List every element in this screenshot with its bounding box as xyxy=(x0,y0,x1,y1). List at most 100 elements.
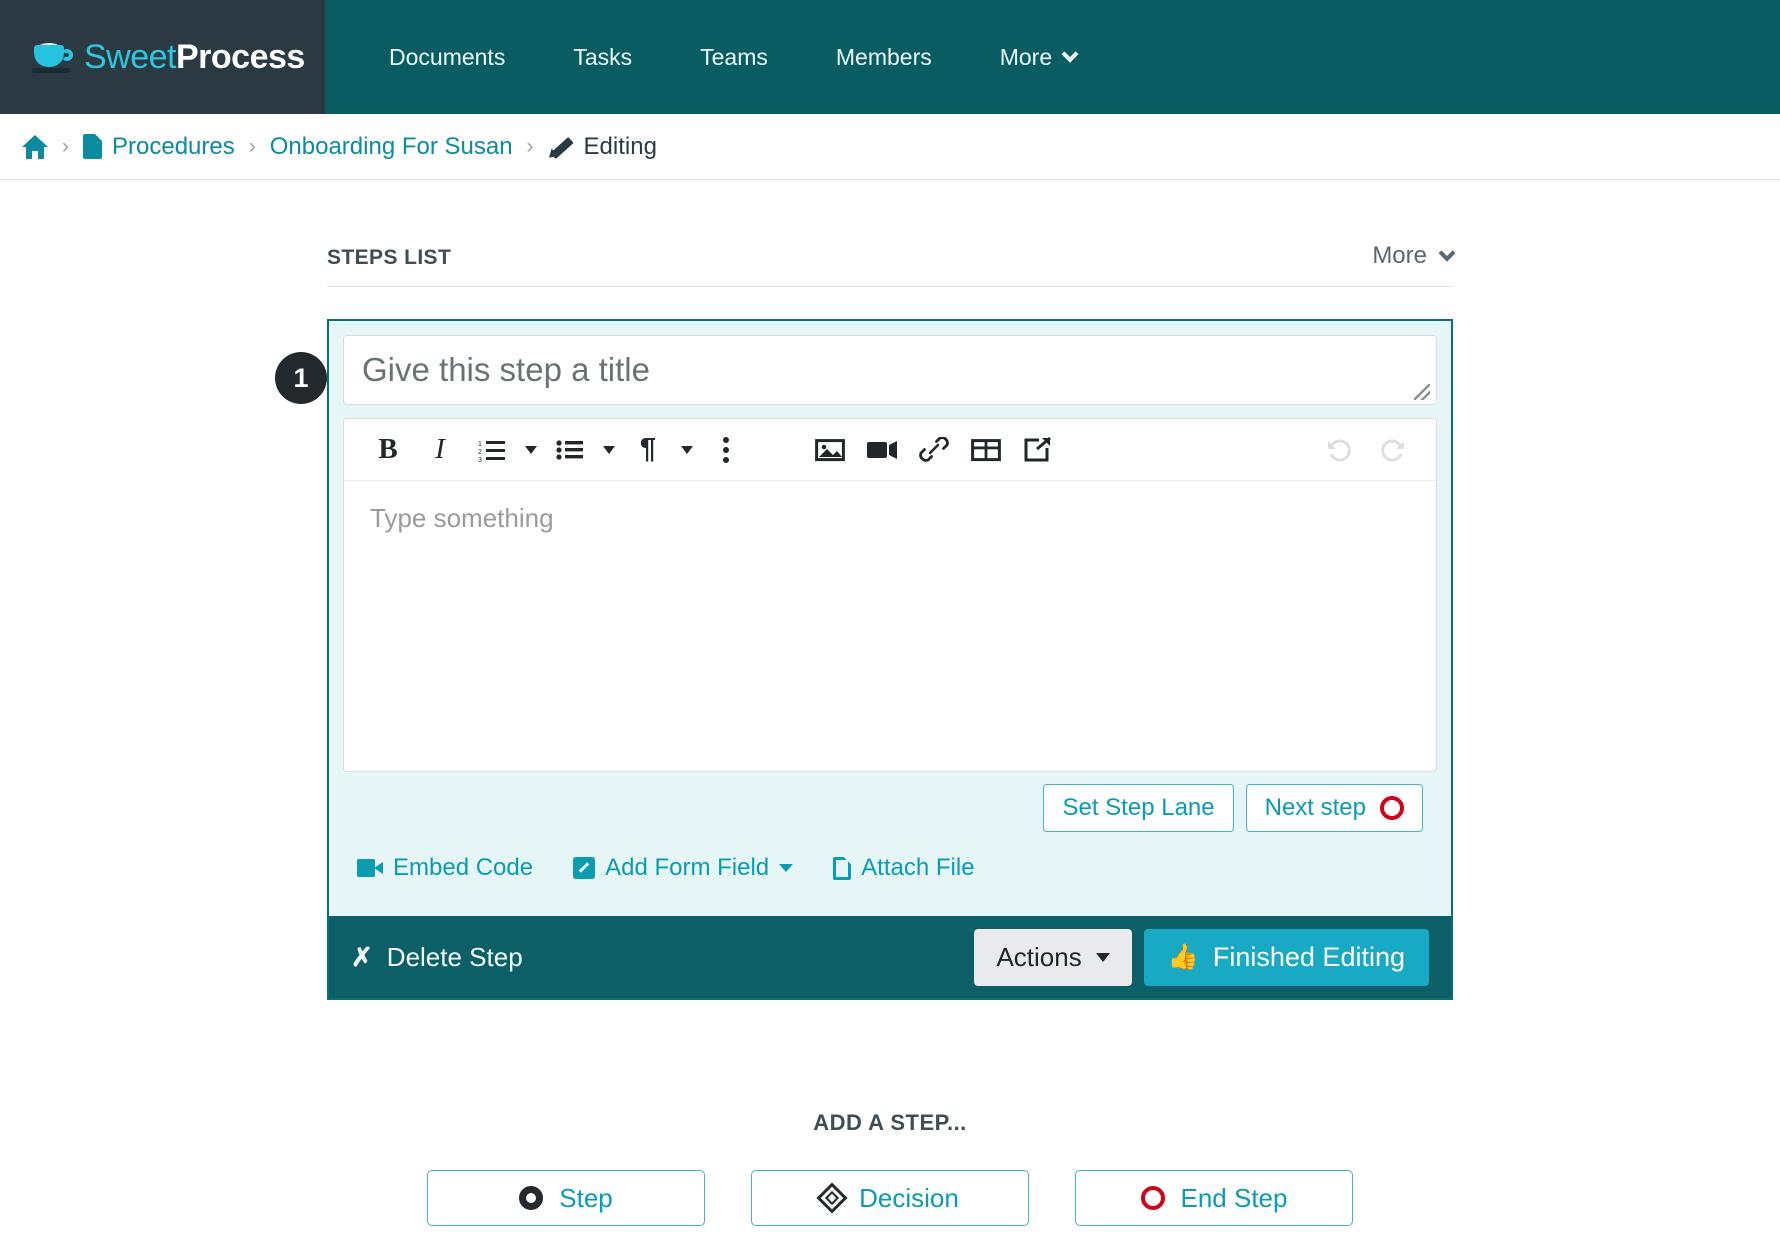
step-container: 1 Give this step a title B I 1 2 3 ¶ Typ… xyxy=(275,319,1453,1000)
attach-file-label: Attach File xyxy=(861,854,975,881)
bold-button[interactable]: B xyxy=(362,427,414,473)
step-number-badge: 1 xyxy=(275,352,327,404)
paragraph-format-icon[interactable]: ¶ xyxy=(622,427,674,473)
breadcrumb-separator: › xyxy=(248,134,256,158)
chevron-down-icon xyxy=(779,864,794,872)
breadcrumb: › Procedures › Onboarding For Susan › Ed… xyxy=(0,114,1780,180)
add-end-step-label: End Step xyxy=(1180,1182,1288,1213)
finished-editing-button[interactable]: 👍 Finished Editing xyxy=(1143,928,1429,986)
add-form-field-link[interactable]: Add Form Field xyxy=(573,854,794,882)
step-body-placeholder: Type something xyxy=(370,503,554,533)
next-step-label: Next step xyxy=(1264,794,1366,821)
chevron-down-icon xyxy=(1438,244,1456,262)
steps-list-more-label: More xyxy=(1372,242,1427,269)
page-content: STEPS LIST More 1 Give this step a title… xyxy=(0,242,1780,1226)
italic-button[interactable]: I xyxy=(414,427,466,473)
steps-list-header: STEPS LIST More xyxy=(327,242,1456,287)
breadcrumb-label: Onboarding For Susan xyxy=(269,132,513,160)
chevron-down-icon xyxy=(1061,45,1079,63)
nav-item-label: Members xyxy=(835,43,932,70)
redo-icon[interactable] xyxy=(1366,427,1418,473)
insert-table-icon[interactable] xyxy=(960,427,1012,473)
insert-video-icon[interactable] xyxy=(856,427,908,473)
insert-image-icon[interactable] xyxy=(804,427,856,473)
brand-logo-area[interactable]: SweetProcess xyxy=(0,0,325,114)
delete-step-button[interactable]: ✗ Delete Step xyxy=(351,942,523,973)
add-decision-button[interactable]: Decision xyxy=(751,1170,1029,1226)
insert-link-icon[interactable] xyxy=(908,427,960,473)
nav-item-teams[interactable]: Teams xyxy=(666,32,802,83)
steps-list-title: STEPS LIST xyxy=(327,246,452,269)
step-title-placeholder: Give this step a title xyxy=(362,351,650,388)
breadcrumb-item-procedures[interactable]: Procedures xyxy=(83,133,235,161)
bullet-list-icon[interactable] xyxy=(544,427,596,473)
attach-file-link[interactable]: Attach File xyxy=(833,854,975,882)
set-step-lane-button[interactable]: Set Step Lane xyxy=(1043,784,1234,832)
file-icon xyxy=(833,856,852,880)
more-options-icon[interactable] xyxy=(700,427,752,473)
nav-item-tasks[interactable]: Tasks xyxy=(539,32,666,83)
nav-item-label: Tasks xyxy=(573,43,633,70)
svg-text:3: 3 xyxy=(478,457,482,462)
breadcrumb-separator: › xyxy=(62,134,69,158)
breadcrumb-label: Procedures xyxy=(112,132,235,160)
ordered-list-dropdown-caret[interactable] xyxy=(518,427,544,473)
home-icon xyxy=(22,134,48,159)
brand-wordmark: SweetProcess xyxy=(84,38,305,77)
external-link-icon[interactable] xyxy=(1012,427,1064,473)
finished-editing-label: Finished Editing xyxy=(1212,941,1405,972)
svg-text:2: 2 xyxy=(478,449,482,456)
delete-step-label: Delete Step xyxy=(386,941,523,972)
breadcrumb-home-link[interactable] xyxy=(22,134,48,159)
nav-item-label: More xyxy=(999,43,1053,70)
nav-item-label: Teams xyxy=(700,43,768,70)
breadcrumb-item-editing: Editing xyxy=(545,132,657,161)
paragraph-dropdown-caret[interactable] xyxy=(674,427,700,473)
step-attachment-links: Embed Code Add Form Field Attach File xyxy=(343,832,1437,902)
step-inline-actions: Set Step Lane Next step xyxy=(343,772,1437,832)
add-step-label: Step xyxy=(559,1182,613,1213)
add-step-button[interactable]: Step xyxy=(427,1170,705,1226)
nav-item-more[interactable]: More xyxy=(966,32,1110,83)
undo-icon[interactable] xyxy=(1314,427,1366,473)
ordered-list-icon[interactable]: 1 2 3 xyxy=(466,427,518,473)
embed-code-label: Embed Code xyxy=(393,854,534,881)
add-a-step-label: ADD A STEP... xyxy=(813,1110,967,1135)
thumbs-up-icon: 👍 xyxy=(1167,942,1199,971)
diamond-icon xyxy=(816,1182,848,1214)
red-ring-icon xyxy=(1380,796,1404,820)
brand-name-sweet: Sweet xyxy=(84,37,177,76)
resize-handle-icon[interactable] xyxy=(1414,384,1430,400)
rich-text-editor: B I 1 2 3 ¶ Type something xyxy=(343,418,1437,772)
breadcrumb-item-document[interactable]: Onboarding For Susan xyxy=(270,133,513,161)
actions-dropdown-button[interactable]: Actions xyxy=(974,928,1132,986)
red-ring-icon xyxy=(1140,1186,1165,1210)
add-decision-label: Decision xyxy=(859,1182,959,1213)
editor-toolbar: B I 1 2 3 ¶ xyxy=(344,419,1436,481)
steps-list-more-button[interactable]: More xyxy=(1372,242,1456,270)
document-icon xyxy=(83,134,102,159)
step-title-input[interactable]: Give this step a title xyxy=(343,335,1437,405)
embed-code-link[interactable]: Embed Code xyxy=(357,854,533,882)
bullet-list-dropdown-caret[interactable] xyxy=(596,427,622,473)
step-body-input[interactable]: Type something xyxy=(344,481,1436,771)
nav-item-documents[interactable]: Documents xyxy=(355,32,539,83)
caret-down-icon xyxy=(1095,952,1110,962)
add-form-field-label: Add Form Field xyxy=(605,854,770,881)
brand-name-process: Process xyxy=(176,37,305,76)
nav-item-label: Documents xyxy=(389,43,506,70)
add-step-buttons: Step Decision End Step xyxy=(0,1170,1780,1226)
svg-text:1: 1 xyxy=(478,441,482,448)
pencil-square-icon xyxy=(573,857,596,879)
actions-label: Actions xyxy=(996,941,1082,972)
breadcrumb-separator: › xyxy=(526,134,534,158)
main-nav-links: Documents Tasks Teams Members More xyxy=(325,0,1780,114)
next-step-button[interactable]: Next step xyxy=(1245,784,1423,832)
pencil-icon xyxy=(545,135,574,161)
nav-item-members[interactable]: Members xyxy=(802,32,966,83)
breadcrumb-label: Editing xyxy=(583,132,657,160)
step-card: Give this step a title B I 1 2 3 ¶ Type … xyxy=(327,319,1453,1000)
close-icon: ✗ xyxy=(351,942,373,972)
top-navigation-bar: SweetProcess Documents Tasks Teams Membe… xyxy=(0,0,1780,114)
add-end-step-button[interactable]: End Step xyxy=(1075,1170,1353,1226)
